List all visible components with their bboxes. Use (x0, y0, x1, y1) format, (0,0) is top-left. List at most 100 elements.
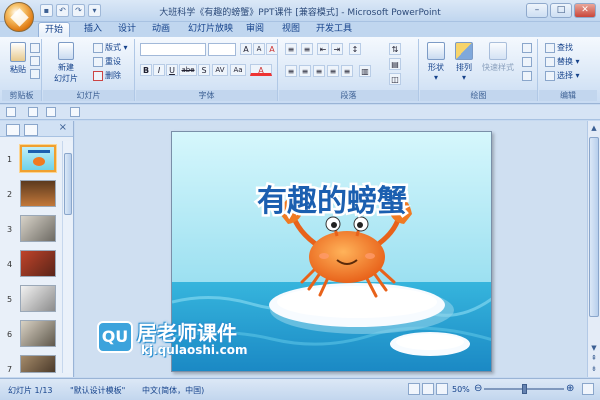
zoom-level[interactable]: 50% (452, 385, 470, 394)
quick-styles-label: 快速样式 (482, 63, 514, 72)
font-group-label: 字体 (136, 90, 277, 101)
replace-button[interactable]: 替换 ▾ (545, 56, 580, 67)
minimize-button[interactable]: – (526, 3, 548, 18)
outline-tab-icon[interactable] (24, 124, 38, 136)
smartart-button[interactable]: ◫ (389, 73, 401, 85)
font-size-field[interactable] (208, 43, 236, 56)
distribute-button[interactable]: ≡ (341, 65, 353, 77)
delete-button[interactable]: 删除 (93, 70, 121, 81)
tab-view[interactable]: 视图 (276, 22, 306, 37)
scroll-down-icon[interactable]: ▼ (589, 343, 599, 353)
zoom-slider-knob[interactable] (522, 384, 527, 394)
shapes-label: 形状 (428, 63, 444, 72)
find-label: 查找 (557, 43, 573, 52)
grow-font-button[interactable]: A (240, 43, 252, 55)
tab-design[interactable]: 设计 (112, 22, 142, 37)
template-name[interactable]: "默认设计模板" (70, 385, 125, 396)
slide-thumbnail-2[interactable]: 2 (0, 180, 62, 208)
copy-icon[interactable] (30, 56, 40, 66)
paste-button[interactable]: 粘贴 (6, 42, 30, 75)
scrollbar-thumb[interactable] (64, 153, 72, 215)
italic-button[interactable]: I (153, 64, 165, 76)
normal-view-button[interactable] (408, 383, 420, 395)
scrollbar-thumb[interactable] (589, 137, 599, 317)
shape-fill-icon[interactable] (522, 43, 532, 53)
cut-icon[interactable] (30, 43, 40, 53)
normal-view-icon[interactable] (6, 107, 16, 117)
tab-review[interactable]: 审阅 (240, 22, 270, 37)
tab-slideshow[interactable]: 幻灯片放映 (182, 22, 239, 37)
select-button[interactable]: 选择 ▾ (545, 70, 580, 81)
zoom-in-icon[interactable]: ⊕ (566, 383, 574, 394)
reset-button[interactable]: 重设 (93, 56, 121, 67)
font-name-field[interactable] (140, 43, 206, 56)
drawing-group: 形状 ▾ 排列 ▾ 快速样式 绘图 (420, 39, 538, 101)
tab-home[interactable]: 开始 (38, 22, 71, 37)
zoom-out-icon[interactable]: ⊖ (474, 383, 482, 394)
tab-insert[interactable]: 插入 (78, 22, 108, 37)
shape-outline-icon[interactable] (522, 57, 532, 67)
shadow-button[interactable]: S (198, 64, 210, 76)
char-spacing-button[interactable]: AV (212, 64, 228, 76)
slide-thumbnail-4[interactable]: 4 (0, 250, 62, 278)
fit-to-window-button[interactable] (582, 383, 594, 395)
slides-tab-icon[interactable] (6, 124, 20, 136)
justify-button[interactable]: ≡ (327, 65, 339, 77)
thumb-title-mark (28, 150, 50, 153)
bullets-button[interactable]: ≡ (285, 43, 297, 55)
font-color-button[interactable]: A (250, 64, 272, 76)
thumbnail-scrollbar[interactable] (62, 141, 72, 373)
picture-icon[interactable] (28, 107, 38, 117)
new-slide-icon (58, 42, 74, 60)
close-pane-icon[interactable]: × (59, 122, 67, 133)
decrease-indent-button[interactable]: ⇤ (317, 43, 329, 55)
office-button[interactable] (4, 2, 34, 32)
next-slide-icon[interactable]: ⇟ (589, 364, 599, 374)
slide-thumbnail-1[interactable]: 1 (0, 145, 62, 173)
arrange-button[interactable]: 排列 ▾ (452, 42, 476, 82)
format-painter-icon[interactable] (30, 69, 40, 79)
line-spacing-button[interactable]: ↕ (349, 43, 361, 55)
tab-animations[interactable]: 动画 (146, 22, 176, 37)
slide-thumbnail-6[interactable]: 6 (0, 320, 62, 348)
slideshow-button[interactable] (436, 383, 448, 395)
delete-label: 删除 (105, 71, 121, 80)
underline-button[interactable]: U (166, 64, 178, 76)
quick-styles-button[interactable]: 快速样式 (480, 42, 516, 73)
shape-effects-icon[interactable] (522, 71, 532, 81)
shapes-button[interactable]: 形状 ▾ (424, 42, 448, 82)
text-direction-button[interactable]: ⇅ (389, 43, 401, 55)
language-indicator[interactable]: 中文(简体，中国) (142, 385, 204, 396)
align-center-button[interactable]: ≡ (299, 65, 311, 77)
new-slide-button[interactable]: 新建 幻灯片 (49, 42, 83, 84)
scroll-up-icon[interactable]: ▲ (589, 123, 599, 133)
align-text-button[interactable]: ▤ (389, 58, 401, 70)
columns-button[interactable]: ▥ (359, 65, 371, 77)
window-title: 大班科学《有趣的螃蟹》PPT课件 [兼容模式] - Microsoft Powe… (159, 8, 441, 18)
macro-icon[interactable] (70, 107, 80, 117)
slide-thumbnail-3[interactable]: 3 (0, 215, 62, 243)
previous-slide-icon[interactable]: ⇞ (589, 353, 599, 363)
find-button[interactable]: 查找 (545, 42, 573, 53)
slide-thumbnail-5[interactable]: 5 (0, 285, 62, 313)
maximize-button[interactable]: □ (550, 3, 572, 18)
align-left-button[interactable]: ≡ (285, 65, 297, 77)
bold-button[interactable]: B (140, 64, 152, 76)
slide-number: 7 (7, 365, 13, 374)
numbering-button[interactable]: ≡ (301, 43, 313, 55)
shrink-font-button[interactable]: A (253, 43, 265, 55)
tab-developer[interactable]: 开发工具 (310, 22, 358, 37)
increase-indent-button[interactable]: ⇥ (331, 43, 343, 55)
align-right-button[interactable]: ≡ (313, 65, 325, 77)
layout-button[interactable]: 版式 ▾ (93, 42, 128, 53)
change-case-button[interactable]: Aa (230, 64, 246, 76)
clear-format-button[interactable]: A (266, 43, 278, 55)
close-button[interactable]: ✕ (574, 3, 596, 18)
slide-scrollbar[interactable]: ▲ ▼ ⇞ ⇟ (587, 121, 600, 377)
compress-icon[interactable] (46, 107, 56, 117)
replace-label: 替换 (557, 57, 573, 66)
strikethrough-button[interactable]: abe (179, 64, 197, 76)
clipboard-group-label: 剪贴板 (2, 90, 41, 101)
slide-sorter-button[interactable] (422, 383, 434, 395)
select-icon (545, 70, 555, 81)
